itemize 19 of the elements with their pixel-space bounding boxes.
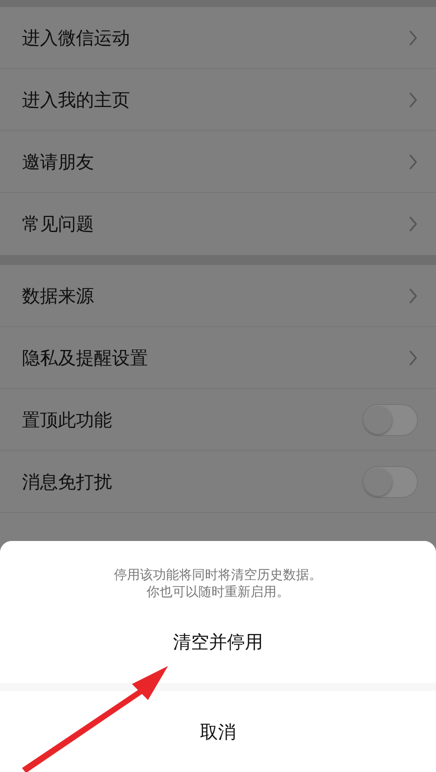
warning-message: 停用该功能将同时将清空历史数据。 [114,567,322,584]
list-row[interactable]: 隐私及提醒设置 [0,327,436,389]
chevron-right-icon [408,30,418,46]
list-row[interactable]: 数据来源 [0,265,436,327]
chevron-right-icon [408,288,418,304]
list-row[interactable]: 常见问题 [0,193,436,255]
list-row[interactable]: 邀请朋友 [0,131,436,193]
chevron-right-icon [408,350,418,366]
warning-message: 你也可以随时重新启用。 [146,584,290,601]
list-row[interactable]: 进入微信运动 [0,7,436,69]
chevron-right-icon [408,216,418,232]
setting-label: 置顶此功能 [22,408,113,432]
list-row[interactable]: 进入我的主页 [0,69,436,131]
cancel-button[interactable]: 取消 [0,691,436,772]
chevron-right-icon [408,154,418,170]
setting-label: 消息免打扰 [22,470,113,494]
toggle-switch[interactable] [362,404,418,436]
toggle-switch[interactable] [362,466,418,498]
chevron-right-icon [408,92,418,108]
